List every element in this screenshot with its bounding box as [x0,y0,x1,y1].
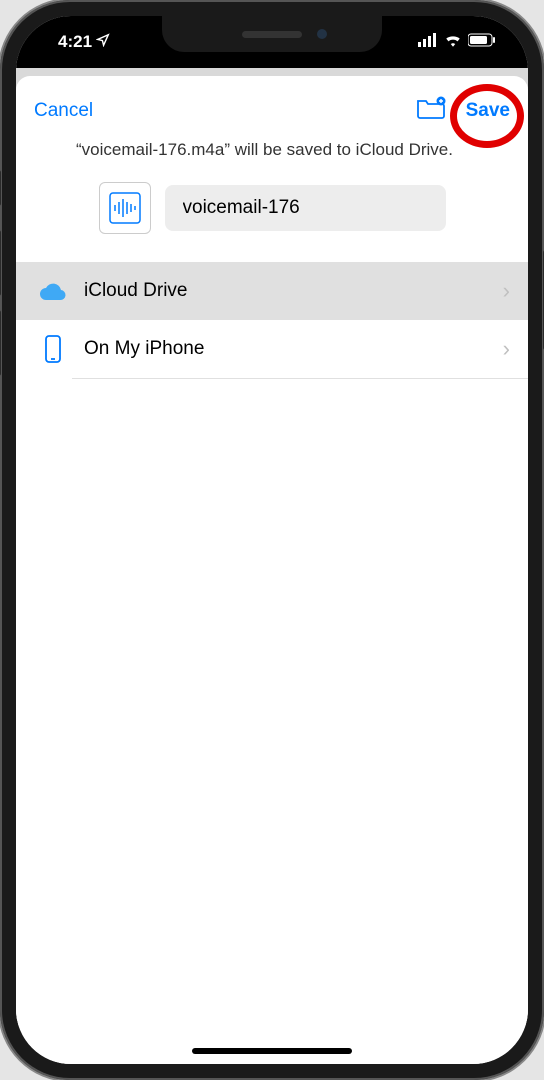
cancel-button[interactable]: Cancel [34,100,93,122]
volume-up-button [0,230,1,296]
status-time: 4:21 [58,32,92,52]
audio-waveform-icon [99,182,151,234]
location-list: iCloud Drive › On My iPhone › [16,262,528,379]
chevron-right-icon: › [503,336,510,362]
front-camera [317,29,327,39]
wifi-icon [444,32,462,52]
phone-frame: 4:21 Cancel [0,0,544,1080]
home-indicator[interactable] [192,1048,352,1054]
speaker [242,31,302,38]
iphone-icon [38,334,68,364]
divider [72,378,528,379]
location-label: On My iPhone [84,338,487,360]
location-row-icloud[interactable]: iCloud Drive › [16,262,528,320]
safari-background: Cancel Save [16,68,528,1064]
nav-bar: Cancel Save [16,76,528,139]
file-row [16,182,528,262]
cellular-signal-icon [418,32,438,52]
location-arrow-icon [96,32,110,52]
filename-input[interactable] [165,185,446,231]
cloud-icon [38,276,68,306]
save-button[interactable]: Save [466,100,510,122]
location-row-on-my-iphone[interactable]: On My iPhone › [16,320,528,378]
battery-icon [468,32,496,52]
location-label: iCloud Drive [84,280,487,302]
save-subtitle: “voicemail-176.m4a” will be saved to iCl… [16,139,528,182]
chevron-right-icon: › [503,278,510,304]
mute-switch [0,170,1,206]
volume-down-button [0,310,1,376]
save-button-label: Save [466,100,510,121]
new-folder-button[interactable] [416,96,446,125]
screen: 4:21 Cancel [16,16,528,1064]
notch [162,16,382,52]
save-sheet: Cancel Save [16,76,528,1064]
